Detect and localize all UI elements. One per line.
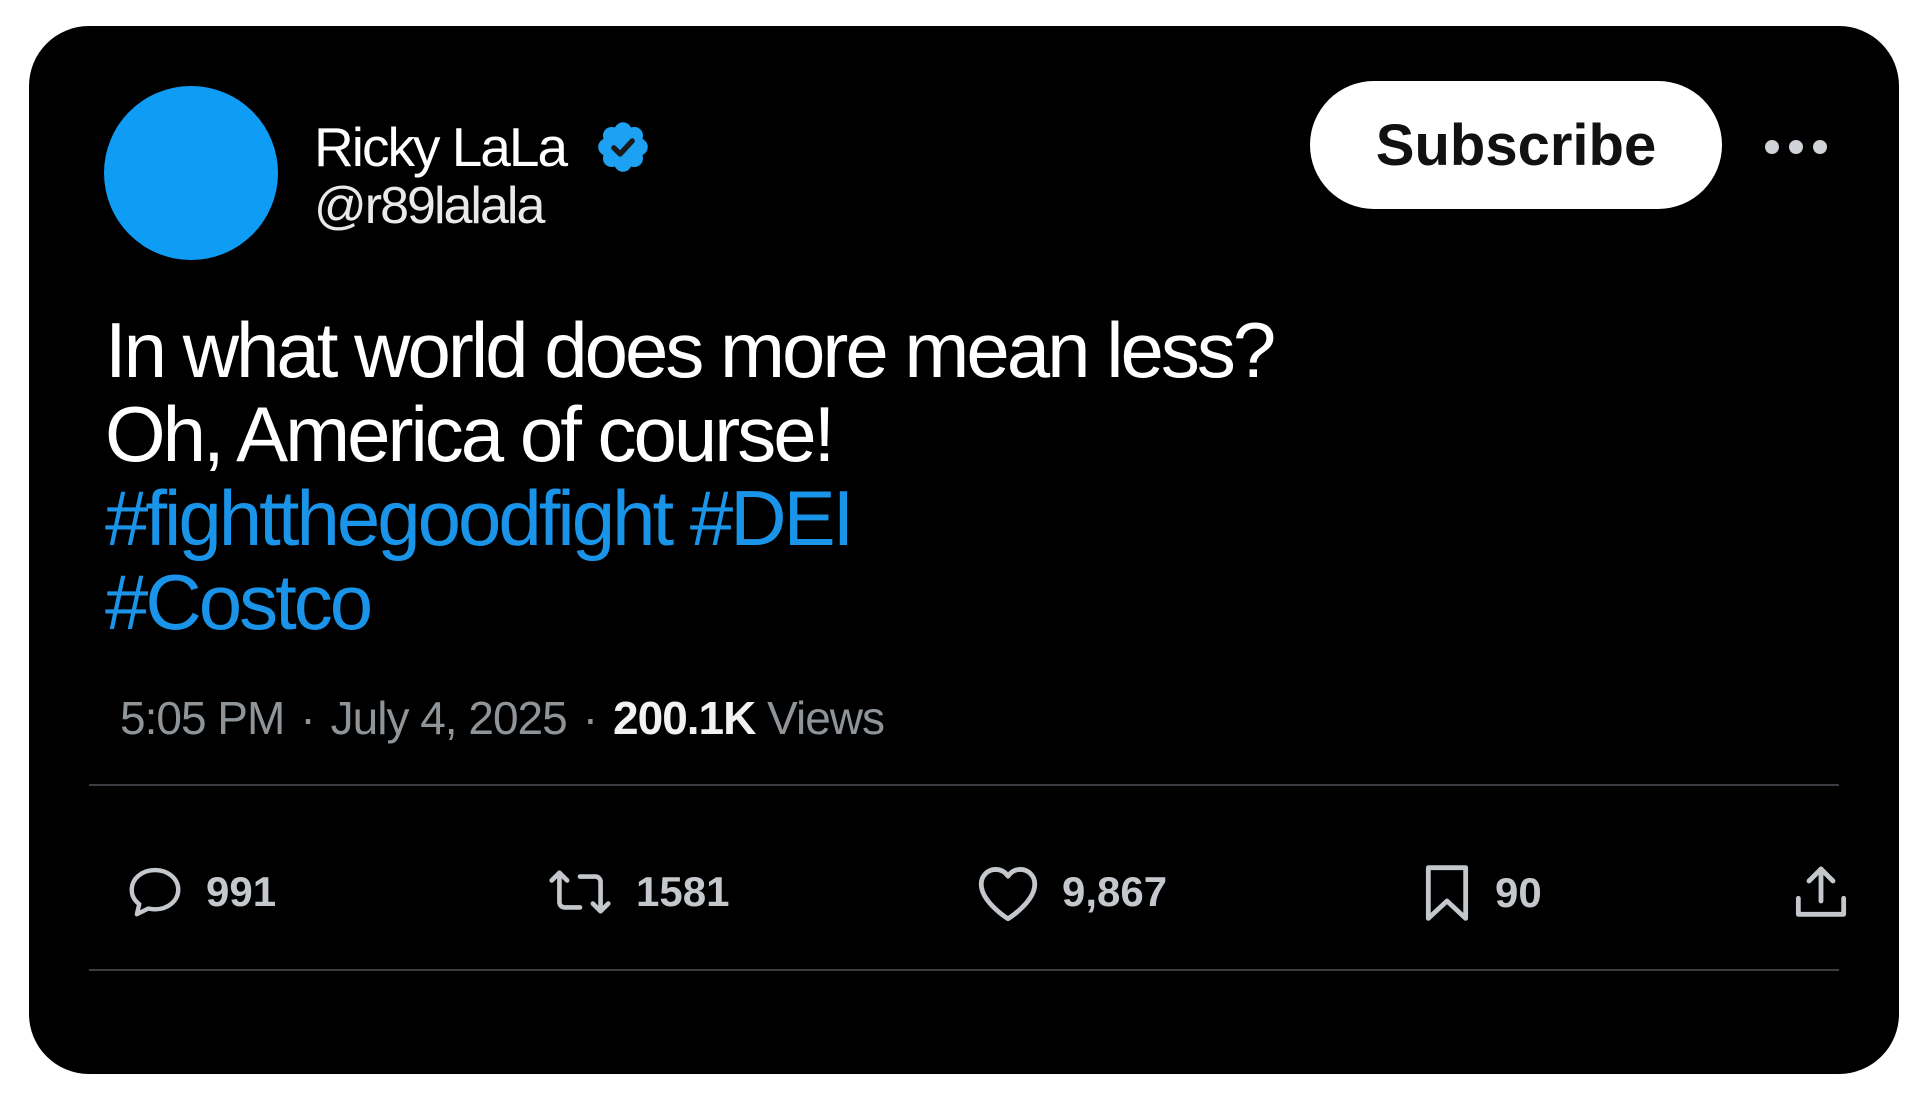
bookmark-button[interactable]: 90: [1419, 861, 1542, 925]
reply-icon: [124, 861, 186, 923]
author-info: Ricky LaLa @r89lalala: [314, 112, 652, 236]
avatar[interactable]: [104, 86, 278, 260]
more-dot: [1789, 140, 1803, 154]
hashtag-line[interactable]: #Costco: [105, 560, 1273, 644]
like-count: 9,867: [1062, 868, 1168, 915]
views-count: 200.1K: [613, 692, 756, 744]
hashtag-line[interactable]: #fightthegoodfight #DEI: [105, 476, 1273, 560]
divider-top: [89, 784, 1839, 786]
author-name[interactable]: Ricky LaLa: [314, 115, 568, 179]
meta-separator: ·: [300, 692, 315, 744]
bookmark-count: 90: [1495, 869, 1542, 916]
author-name-row: Ricky LaLa: [314, 112, 652, 182]
subscribe-button[interactable]: Subscribe: [1310, 81, 1722, 209]
post-meta: 5:05 PM · July 4, 2025 · 200.1K Views: [120, 691, 885, 745]
reply-count: 991: [206, 868, 277, 915]
reply-button[interactable]: 991: [124, 861, 276, 923]
heart-icon: [974, 861, 1042, 923]
post-text: In what world does more mean less? Oh, A…: [105, 306, 1276, 644]
post-date[interactable]: July 4, 2025: [331, 692, 568, 744]
post-text-line: In what world does more mean less?: [105, 306, 1276, 394]
post-card: Ricky LaLa @r89lalala Subscribe In what …: [29, 26, 1899, 1074]
post-time[interactable]: 5:05 PM: [120, 692, 285, 744]
like-button[interactable]: 9,867: [974, 861, 1167, 923]
verified-badge-icon: [594, 118, 652, 176]
more-icon[interactable]: [1765, 136, 1827, 158]
views-label: Views: [767, 692, 885, 744]
author-handle[interactable]: @r89lalala: [314, 176, 652, 236]
bookmark-icon: [1419, 861, 1475, 925]
action-bar: 991 1581 9,867 90: [89, 841, 1859, 951]
repost-icon: [544, 861, 616, 923]
repost-button[interactable]: 1581: [544, 861, 729, 923]
post-text-line: Oh, America of course!: [105, 390, 835, 478]
repost-count: 1581: [636, 868, 730, 915]
more-dot: [1765, 140, 1779, 154]
divider-bottom: [89, 969, 1839, 971]
meta-separator: ·: [582, 692, 598, 744]
share-icon: [1789, 861, 1853, 925]
more-dot: [1813, 140, 1827, 154]
share-button[interactable]: [1789, 861, 1853, 925]
